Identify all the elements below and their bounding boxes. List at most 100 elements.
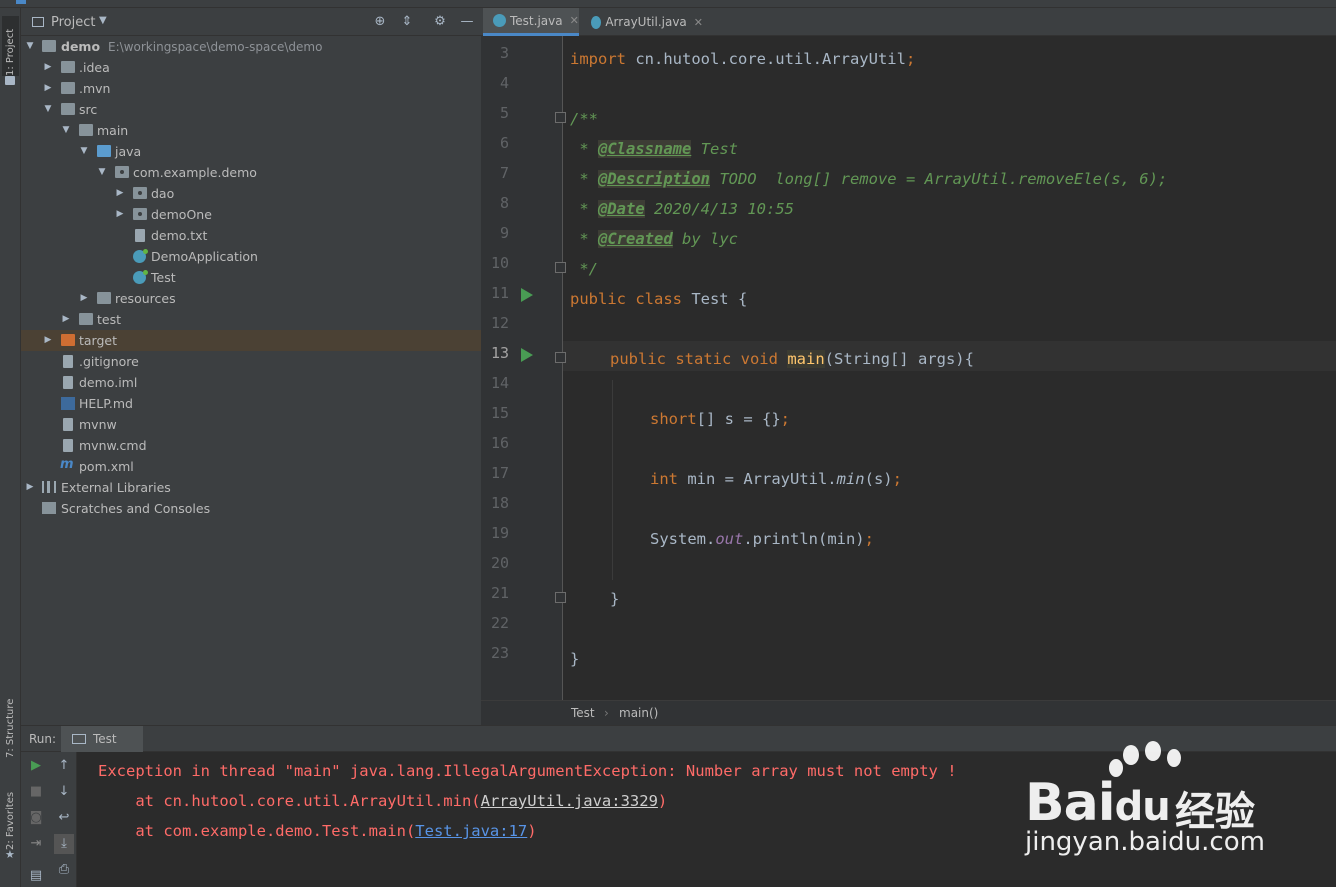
tree-item-mvnw-cmd[interactable]: mvnw.cmd: [21, 435, 481, 456]
stop-icon[interactable]: ■: [26, 782, 46, 802]
scroll-up-icon[interactable]: ↑: [54, 756, 74, 776]
project-tool-icon[interactable]: [5, 76, 15, 85]
indent-guide: [612, 380, 613, 580]
code-token: *: [570, 170, 598, 188]
tree-item-mvnw[interactable]: mvnw: [21, 414, 481, 435]
tree-item-package[interactable]: ▼ com.example.demo: [21, 162, 481, 183]
soft-wrap-icon[interactable]: ↩: [54, 808, 74, 828]
stack-trace-link[interactable]: Test.java:17: [415, 822, 527, 840]
breadcrumb-item[interactable]: Test: [571, 706, 595, 720]
tree-item-test[interactable]: ▶ test: [21, 309, 481, 330]
tree-item-pom-xml[interactable]: m pom.xml: [21, 456, 481, 477]
run-main-icon[interactable]: [521, 348, 533, 362]
run-tab-label: Test: [93, 732, 117, 746]
fold-icon[interactable]: [555, 262, 566, 273]
tool-tab-project[interactable]: 1: Project: [2, 16, 19, 76]
rerun-icon[interactable]: ▶: [26, 756, 46, 776]
run-class-icon[interactable]: [521, 288, 533, 302]
expand-arrow-icon[interactable]: ▶: [61, 314, 71, 324]
expand-arrow-icon[interactable]: ▼: [79, 146, 89, 156]
layout-icon[interactable]: ▤: [26, 866, 46, 886]
tab-test-java[interactable]: Test.java ✕: [483, 8, 579, 36]
expand-arrow-icon[interactable]: ▼: [97, 167, 107, 177]
expand-arrow-icon[interactable]: ▼: [25, 41, 35, 51]
tree-item-resources[interactable]: ▶ resources: [21, 288, 481, 309]
tree-item-gitignore[interactable]: .gitignore: [21, 351, 481, 372]
code-token: ;: [864, 530, 874, 548]
close-icon[interactable]: ✕: [570, 14, 579, 27]
run-label: Run:: [29, 732, 57, 746]
exit-icon[interactable]: ⇥: [26, 834, 46, 854]
tree-item-label: com.example.demo: [133, 165, 257, 180]
print-icon[interactable]: ⎙: [54, 860, 74, 880]
code-token: [] s = {}: [696, 410, 781, 428]
expand-arrow-icon[interactable]: ▶: [43, 83, 53, 93]
code-line-17: int min = ArrayUtil.min(s);: [650, 464, 902, 494]
code-token: 2020/4/13 10:55: [644, 200, 794, 218]
code-token: ;: [905, 50, 916, 68]
tree-item-demoone[interactable]: ▶ demoOne: [21, 204, 481, 225]
close-icon[interactable]: ✕: [694, 16, 703, 29]
chevron-down-icon[interactable]: ▼: [99, 15, 107, 26]
collapse-all-icon[interactable]: ⇕: [398, 13, 416, 31]
text-file-icon: [135, 229, 145, 242]
code-token: *: [570, 230, 598, 248]
tree-item-main[interactable]: ▼ main: [21, 120, 481, 141]
breadcrumb-item[interactable]: main(): [619, 706, 658, 720]
tree-item-label: mvnw.cmd: [79, 438, 147, 453]
tree-item-demo[interactable]: ▼ demo E:\workingspace\demo-space\demo: [21, 36, 481, 57]
line-number: 10: [490, 254, 509, 272]
tree-item-dao[interactable]: ▶ dao: [21, 183, 481, 204]
tree-item-idea[interactable]: ▶ .idea: [21, 57, 481, 78]
expand-arrow-icon[interactable]: ▶: [43, 335, 53, 345]
console-line: at cn.hutool.core.util.ArrayUtil.min(Arr…: [98, 786, 667, 816]
expand-arrow-icon[interactable]: ▶: [25, 482, 35, 492]
tree-item-src[interactable]: ▼ src: [21, 99, 481, 120]
hide-icon[interactable]: —: [458, 13, 476, 31]
fold-icon[interactable]: [555, 352, 566, 363]
tree-item-demo-txt[interactable]: demo.txt: [21, 225, 481, 246]
tree-item-target[interactable]: ▶ target: [21, 330, 481, 351]
expand-arrow-icon[interactable]: ▼: [61, 125, 71, 135]
gear-icon[interactable]: ⚙: [431, 13, 449, 31]
star-icon[interactable]: ★: [5, 848, 15, 861]
scroll-down-icon[interactable]: ↓: [54, 782, 74, 802]
expand-arrow-icon[interactable]: ▶: [115, 188, 125, 198]
code-token: ;: [892, 470, 902, 488]
tree-item-demo-iml[interactable]: demo.iml: [21, 372, 481, 393]
project-panel-title[interactable]: Project: [51, 15, 95, 30]
file-icon: [63, 439, 73, 452]
stack-trace-link[interactable]: ArrayUtil.java:3329: [481, 792, 658, 810]
paw-icon-part: [1167, 749, 1181, 767]
tree-item-scratches[interactable]: Scratches and Consoles: [21, 498, 481, 519]
fold-icon[interactable]: [555, 592, 566, 603]
tree-item-test-class[interactable]: Test: [21, 267, 481, 288]
tree-item-demoapplication[interactable]: DemoApplication: [21, 246, 481, 267]
tree-item-help-md[interactable]: HELP.md: [21, 393, 481, 414]
tab-label: ArrayUtil.java: [605, 15, 687, 29]
fold-icon[interactable]: [555, 112, 566, 123]
camera-icon[interactable]: ◙: [26, 808, 46, 828]
tool-tab-favorites[interactable]: 2: Favorites: [2, 784, 19, 850]
tool-tab-structure[interactable]: 7: Structure: [2, 684, 19, 758]
locate-icon[interactable]: ⊕: [371, 13, 389, 31]
tree-item-java[interactable]: ▼ java: [21, 141, 481, 162]
tree-item-external-libraries[interactable]: ▶ External Libraries: [21, 477, 481, 498]
scroll-to-end-icon[interactable]: ⤓: [54, 834, 74, 854]
code-line-3: import cn.hutool.core.util.ArrayUtil;: [570, 44, 915, 74]
run-tab-test[interactable]: Test: [61, 726, 143, 753]
expand-arrow-icon[interactable]: ▶: [115, 209, 125, 219]
expand-arrow-icon[interactable]: ▼: [43, 104, 53, 114]
markdown-file-icon: [61, 397, 75, 410]
tree-item-mvn[interactable]: ▶ .mvn: [21, 78, 481, 99]
resources-folder-icon: [97, 292, 111, 304]
console-icon: [72, 734, 86, 744]
tree-item-label: mvnw: [79, 417, 117, 432]
expand-arrow-icon[interactable]: ▶: [79, 293, 89, 303]
tab-arrayutil-java[interactable]: ArrayUtil.java ✕: [581, 8, 703, 36]
expand-arrow-icon[interactable]: ▶: [43, 62, 53, 72]
tree-item-label: .mvn: [79, 81, 111, 96]
code-token: *: [570, 140, 598, 158]
tree-item-label: main: [97, 123, 129, 138]
package-icon: [115, 166, 129, 178]
